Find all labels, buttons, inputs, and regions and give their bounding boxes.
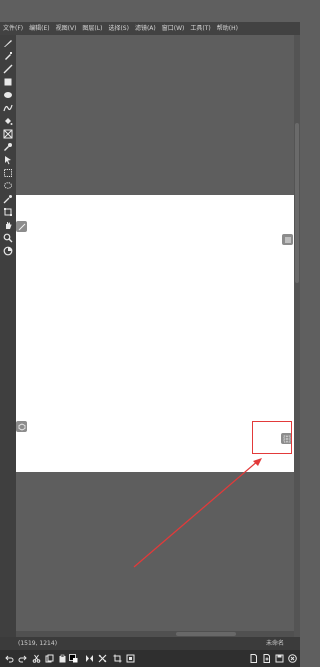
hand-icon[interactable]: [2, 219, 14, 231]
menu-select[interactable]: 选择(S): [105, 22, 132, 35]
paste-icon[interactable]: [57, 653, 68, 664]
app-window: 文件(F) 编辑(E) 视图(V) 图层(L) 选择(S) 滤镜(A) 窗口(W…: [0, 0, 300, 667]
pen-icon[interactable]: [2, 37, 14, 49]
zoom-icon[interactable]: [2, 232, 14, 244]
select-arrow-icon[interactable]: [2, 154, 14, 166]
menu-window[interactable]: 窗口(W): [159, 22, 188, 35]
menu-file[interactable]: 文件(F): [0, 22, 26, 35]
marker-icon[interactable]: [2, 50, 14, 62]
fill-icon[interactable]: [2, 115, 14, 127]
curve-icon[interactable]: [2, 102, 14, 114]
open-document-icon[interactable]: [261, 653, 272, 664]
document-name: 未命名: [266, 640, 285, 647]
highlight-box: [252, 421, 292, 454]
redo-icon[interactable]: [17, 653, 28, 664]
undo-icon[interactable]: [4, 653, 15, 664]
menu-icon: [284, 237, 291, 242]
copy-icon[interactable]: [44, 653, 55, 664]
menu-bar: 文件(F) 编辑(E) 视图(V) 图层(L) 选择(S) 滤镜(A) 窗口(W…: [0, 22, 300, 35]
new-document-icon[interactable]: [248, 653, 259, 664]
save-icon[interactable]: [274, 653, 285, 664]
flip-horizontal-icon[interactable]: [84, 653, 95, 664]
menu-edit[interactable]: 编辑(E): [26, 22, 52, 35]
close-icon[interactable]: [287, 653, 298, 664]
crop-icon[interactable]: [112, 653, 123, 664]
lasso-icon[interactable]: [2, 180, 14, 192]
menu-view[interactable]: 视图(V): [53, 22, 80, 35]
rect-select-icon[interactable]: [2, 167, 14, 179]
horizontal-scrollbar-thumb[interactable]: [176, 632, 236, 636]
vertical-scrollbar-thumb[interactable]: [295, 123, 299, 283]
rectangle-icon[interactable]: [2, 76, 14, 88]
eyedropper-icon[interactable]: [2, 141, 14, 153]
cut-icon[interactable]: [31, 653, 42, 664]
panel-menu-button[interactable]: [282, 234, 293, 245]
menu-help[interactable]: 帮助(H): [214, 22, 241, 35]
brush-settings-button[interactable]: [16, 221, 27, 232]
coordinates-readout: (1519, 1214): [18, 640, 58, 647]
rotate-view-icon[interactable]: [2, 245, 14, 257]
gradient-icon[interactable]: [2, 128, 14, 140]
line-icon[interactable]: [2, 63, 14, 75]
hexagon-icon: [18, 423, 25, 430]
menu-layer[interactable]: 图层(L): [79, 22, 105, 35]
flip-vertical-icon[interactable]: [97, 653, 108, 664]
vertical-scrollbar[interactable]: [294, 35, 300, 637]
left-toolbar: [0, 35, 16, 637]
fit-icon[interactable]: [125, 653, 136, 664]
status-bar: (1519, 1214) 未命名: [0, 637, 300, 650]
brush-settings-icon: [18, 223, 25, 230]
shape-button[interactable]: [16, 421, 27, 432]
menu-tools[interactable]: 工具(T): [187, 22, 213, 35]
transform-icon[interactable]: [2, 206, 14, 218]
menu-filter[interactable]: 滤镜(A): [132, 22, 159, 35]
color-swap-icon[interactable]: [68, 653, 79, 664]
bottom-toolbar: [0, 650, 300, 667]
ellipse-icon[interactable]: [2, 89, 14, 101]
magic-wand-icon[interactable]: [2, 193, 14, 205]
